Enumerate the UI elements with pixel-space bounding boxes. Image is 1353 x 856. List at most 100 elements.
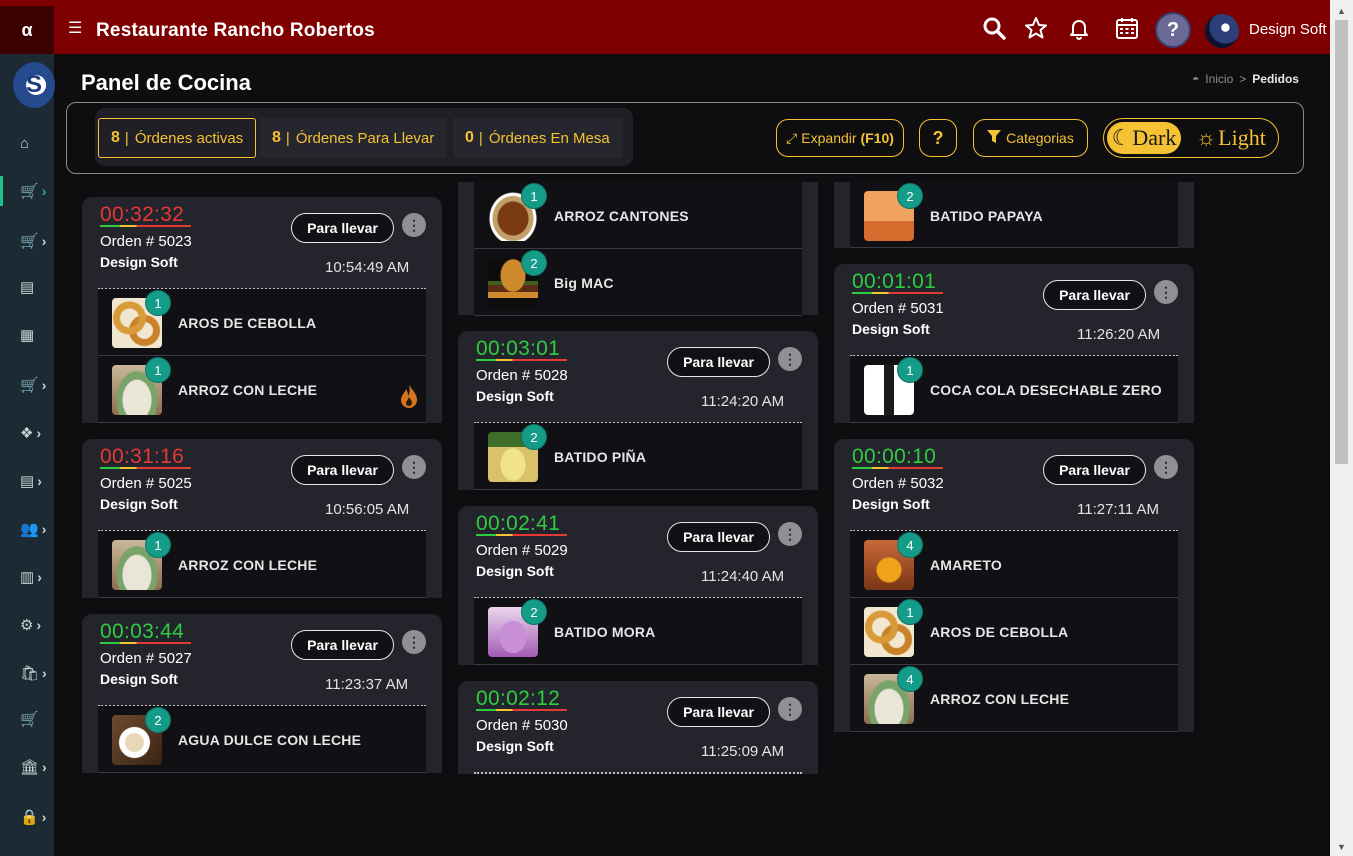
sidebar-item-purchases[interactable]: 🛒 › (0, 370, 54, 400)
sidebar-item-calendar[interactable]: ▦ (0, 320, 54, 350)
help-button[interactable]: ? (1155, 12, 1191, 48)
bell-icon[interactable] (1067, 16, 1091, 45)
scroll-down-icon[interactable]: ▼ (1337, 842, 1346, 852)
expand-button[interactable]: ⤢ Expandir (F10) (776, 119, 904, 157)
document-icon: ▤ (20, 473, 35, 490)
sidebar-item-kitchen[interactable]: 🛒 › (0, 176, 54, 206)
more-options-icon[interactable]: ⋮ (402, 213, 426, 237)
sidebar-item-home[interactable]: ⌂ (0, 128, 54, 158)
sidebar-item-documents[interactable]: ▤ (0, 272, 54, 302)
sidebar-item-bank[interactable]: 🏛 › (0, 752, 54, 782)
list-item[interactable]: 1 AROS DE CEBOLLA (98, 289, 426, 356)
list-item[interactable]: 1 ARROZ CON LECHE (98, 531, 426, 598)
star-icon[interactable] (1024, 16, 1048, 45)
list-item[interactable]: 1 AROS DE CEBOLLA (850, 598, 1178, 665)
theme-toggle[interactable]: ☾ Dark ☼ Light (1103, 118, 1279, 158)
timer-underline (476, 534, 567, 536)
filter-icon (987, 129, 1002, 147)
tab-table-orders[interactable]: 0 | Órdenes En Mesa (453, 118, 622, 158)
item-name: ARROZ CANTONES (554, 208, 689, 224)
more-options-icon[interactable]: ⋮ (778, 522, 802, 546)
list-item[interactable]: 2 AGUA DULCE CON LECHE (98, 706, 426, 773)
sidebar-item-cart[interactable]: 🛒 (0, 704, 54, 734)
quantity-badge: 1 (145, 290, 171, 316)
avatar[interactable] (1205, 14, 1239, 48)
order-time: 10:56:05 AM (325, 501, 410, 518)
chevron-right-icon: › (36, 617, 42, 633)
calendar-icon[interactable] (1115, 16, 1139, 45)
categories-button[interactable]: Categorias (973, 119, 1088, 157)
more-options-icon[interactable]: ⋮ (402, 630, 426, 654)
list-item[interactable]: 2 Big MAC (474, 249, 802, 316)
order-type-button[interactable]: Para llevar (291, 455, 394, 485)
order-card: 00:02:12 Orden # 5030 Design Soft 11:25:… (458, 681, 818, 774)
toolbar-help-button[interactable]: ? (919, 119, 957, 157)
search-icon[interactable] (982, 16, 1006, 45)
user-name[interactable]: Design Soft (1249, 21, 1327, 38)
menu-icon[interactable]: ☰ (68, 18, 82, 38)
theme-dark-option[interactable]: ☾ Dark (1107, 122, 1181, 154)
bank-icon: 🏛 (20, 759, 40, 776)
company-logo[interactable]: S (13, 62, 55, 108)
sidebar-item-users[interactable]: 👥 › (0, 514, 54, 544)
page-scrollbar[interactable]: ▲ ▼ (1330, 0, 1353, 856)
tab-active-orders[interactable]: 8 | Órdenes activas (98, 118, 257, 158)
sidebar-item-shop[interactable]: 🛍 › (0, 658, 54, 688)
more-options-icon[interactable]: ⋮ (402, 455, 426, 479)
sidebar-item-settings[interactable]: ⚙ › (0, 610, 54, 640)
breadcrumb-home[interactable]: Inicio (1205, 72, 1233, 86)
quantity-badge: 2 (521, 250, 547, 276)
more-options-icon[interactable]: ⋮ (778, 697, 802, 721)
order-timer: 00:03:44 (100, 620, 185, 643)
theme-light-option[interactable]: ☼ Light (1196, 122, 1266, 154)
more-options-icon[interactable]: ⋮ (1154, 455, 1178, 479)
order-user: Design Soft (476, 563, 554, 579)
app-logo[interactable]: α (0, 6, 54, 54)
sun-icon: ☼ (1196, 125, 1217, 150)
app-title: Restaurante Rancho Robertos (96, 20, 375, 41)
order-card: 00:01:01 Orden # 5031 Design Soft 11:26:… (834, 264, 1194, 423)
lock-icon: 🔒 (20, 809, 39, 826)
chevron-right-icon: › (36, 425, 42, 441)
tab-takeout-orders[interactable]: 8 | Órdenes Para Llevar (260, 118, 447, 158)
list-item[interactable]: 2 BATIDO PAPAYA (850, 182, 1178, 248)
list-item[interactable]: 1 ARROZ CON LECHE (98, 356, 426, 423)
sidebar-item-sales[interactable]: 🛒 › (0, 226, 54, 256)
timer-underline (852, 467, 943, 469)
order-type-button[interactable]: Para llevar (667, 347, 770, 377)
list-item[interactable]: 1 COCA COLA DESECHABLE ZERO (850, 356, 1178, 423)
order-items: 1 AROS DE CEBOLLA 1 ARROZ CON LECHE (98, 289, 426, 423)
list-item[interactable]: 2 BATIDO PIÑA (474, 423, 802, 490)
more-options-icon[interactable]: ⋮ (1154, 280, 1178, 304)
moon-icon: ☾ (1111, 125, 1132, 150)
order-type-button[interactable]: Para llevar (1043, 455, 1146, 485)
scroll-up-icon[interactable]: ▲ (1337, 6, 1346, 16)
quantity-badge: 2 (145, 707, 171, 733)
order-type-button[interactable]: Para llevar (667, 697, 770, 727)
quantity-badge: 2 (897, 183, 923, 209)
sidebar-item-security[interactable]: 🔒 › (0, 802, 54, 832)
sidebar-item-inventory[interactable]: ❖ › (0, 418, 54, 448)
scrollbar-thumb[interactable] (1335, 20, 1348, 464)
item-name: COCA COLA DESECHABLE ZERO (930, 382, 1162, 398)
sidebar-item-reports[interactable]: ▤ › (0, 466, 54, 496)
order-type-button[interactable]: Para llevar (1043, 280, 1146, 310)
order-time: 11:26:20 AM (1077, 326, 1161, 343)
order-type-button[interactable]: Para llevar (291, 630, 394, 660)
order-type-button[interactable]: Para llevar (291, 213, 394, 243)
sidebar: S ⌂ 🛒 › 🛒 › ▤ ▦ 🛒 › ❖ › ▤ › 👥 › ▥ › ⚙ › 🛍 › 🛒 🏛 › … (0, 54, 55, 856)
order-user: Design Soft (100, 671, 178, 687)
more-options-icon[interactable]: ⋮ (778, 347, 802, 371)
quantity-badge: 2 (521, 424, 547, 450)
sidebar-item-stats[interactable]: ▥ › (0, 562, 54, 592)
chevron-right-icon: › (41, 233, 47, 249)
item-name: AROS DE CEBOLLA (930, 624, 1069, 640)
list-item[interactable]: 2 BATIDO MORA (474, 598, 802, 665)
list-item[interactable]: 4 AMARETO (850, 531, 1178, 598)
order-timer: 00:02:41 (476, 512, 561, 535)
order-timer: 00:32:32 (100, 203, 185, 226)
list-item[interactable]: 4 ARROZ CON LECHE (850, 665, 1178, 732)
order-time: 11:25:09 AM (701, 743, 785, 760)
list-item[interactable]: 1 ARROZ CANTONES (474, 182, 802, 249)
order-type-button[interactable]: Para llevar (667, 522, 770, 552)
